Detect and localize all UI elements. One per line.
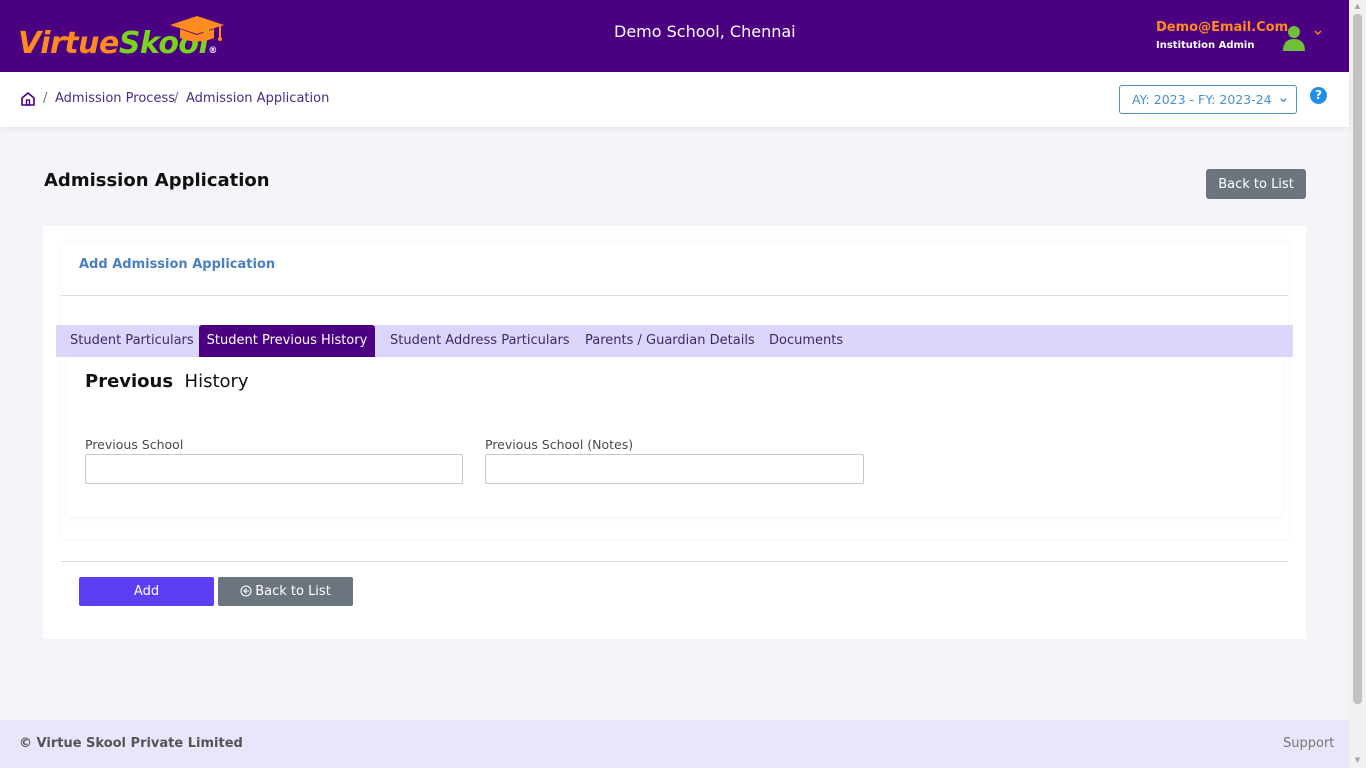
previous-school-notes-label: Previous School (Notes) [485,437,634,452]
divider [61,295,1288,296]
breadcrumb-separator: / [174,91,179,106]
breadcrumb-separator: / [43,91,48,106]
section-title: Previous History [85,371,249,392]
home-icon[interactable] [20,91,36,107]
chevron-down-icon [1280,98,1287,103]
tab-parents-guardian-details[interactable]: Parents / Guardian Details [585,325,755,357]
scroll-down-arrow-icon[interactable]: ▼ [1353,756,1362,765]
page-footer: © Virtue Skool Private Limited Support [0,720,1349,768]
form-tabs: Student Particulars Student Previous His… [56,325,1293,357]
tab-student-previous-history[interactable]: Student Previous History [199,325,375,357]
support-link[interactable]: Support [1283,736,1334,751]
tab-student-particulars[interactable]: Student Particulars [70,325,194,357]
back-to-list-bottom-button[interactable]: Back to List [218,577,353,606]
previous-history-panel: Previous History Previous School Previou… [67,357,1282,517]
back-to-list-bottom-label: Back to List [255,584,331,599]
academic-year-value: AY: 2023 - FY: 2023-24 [1132,92,1272,107]
section-title-rest: History [184,371,249,392]
breadcrumb-bar: / Admission Process / Admission Applicat… [0,72,1349,127]
tab-documents[interactable]: Documents [769,325,843,357]
circle-arrow-left-icon [240,585,252,597]
graduation-cap-icon [170,16,224,42]
admission-card: Add Admission Application Student Partic… [43,226,1306,639]
add-button[interactable]: Add [79,577,214,606]
section-title-bold: Previous [85,371,174,392]
user-avatar-icon[interactable] [1282,24,1306,52]
breadcrumb-admission-application[interactable]: Admission Application [186,91,329,106]
page-scrollbar[interactable]: ▲ ▼ [1349,0,1366,768]
card-heading: Add Admission Application [79,257,276,272]
help-icon[interactable]: ? [1310,87,1327,104]
school-name: Demo School, Chennai [614,22,796,41]
back-to-list-button[interactable]: Back to List [1206,169,1306,199]
logo-registered-mark: ® [208,46,217,56]
copyright-text: © Virtue Skool Private Limited [19,736,243,751]
tab-student-address-particulars[interactable]: Student Address Particulars [390,325,570,357]
previous-school-input[interactable] [85,454,463,484]
previous-school-notes-input[interactable] [485,454,864,484]
breadcrumb-admission-process[interactable]: Admission Process [55,91,175,106]
academic-year-select[interactable]: AY: 2023 - FY: 2023-24 [1119,85,1297,114]
divider [61,561,1288,562]
user-role: Institution Admin [1156,40,1255,51]
scrollbar-thumb[interactable] [1353,14,1362,704]
page-title: Admission Application [44,170,270,191]
user-email[interactable]: Demo@Email.Com [1156,20,1288,35]
chevron-down-icon[interactable] [1313,28,1323,38]
logo-text-virtue: Virtue [18,26,119,61]
scroll-up-arrow-icon[interactable]: ▲ [1353,2,1362,11]
previous-school-label: Previous School [85,437,184,452]
top-header: VirtueSkool® Demo School, Chennai Demo@E… [0,0,1349,72]
